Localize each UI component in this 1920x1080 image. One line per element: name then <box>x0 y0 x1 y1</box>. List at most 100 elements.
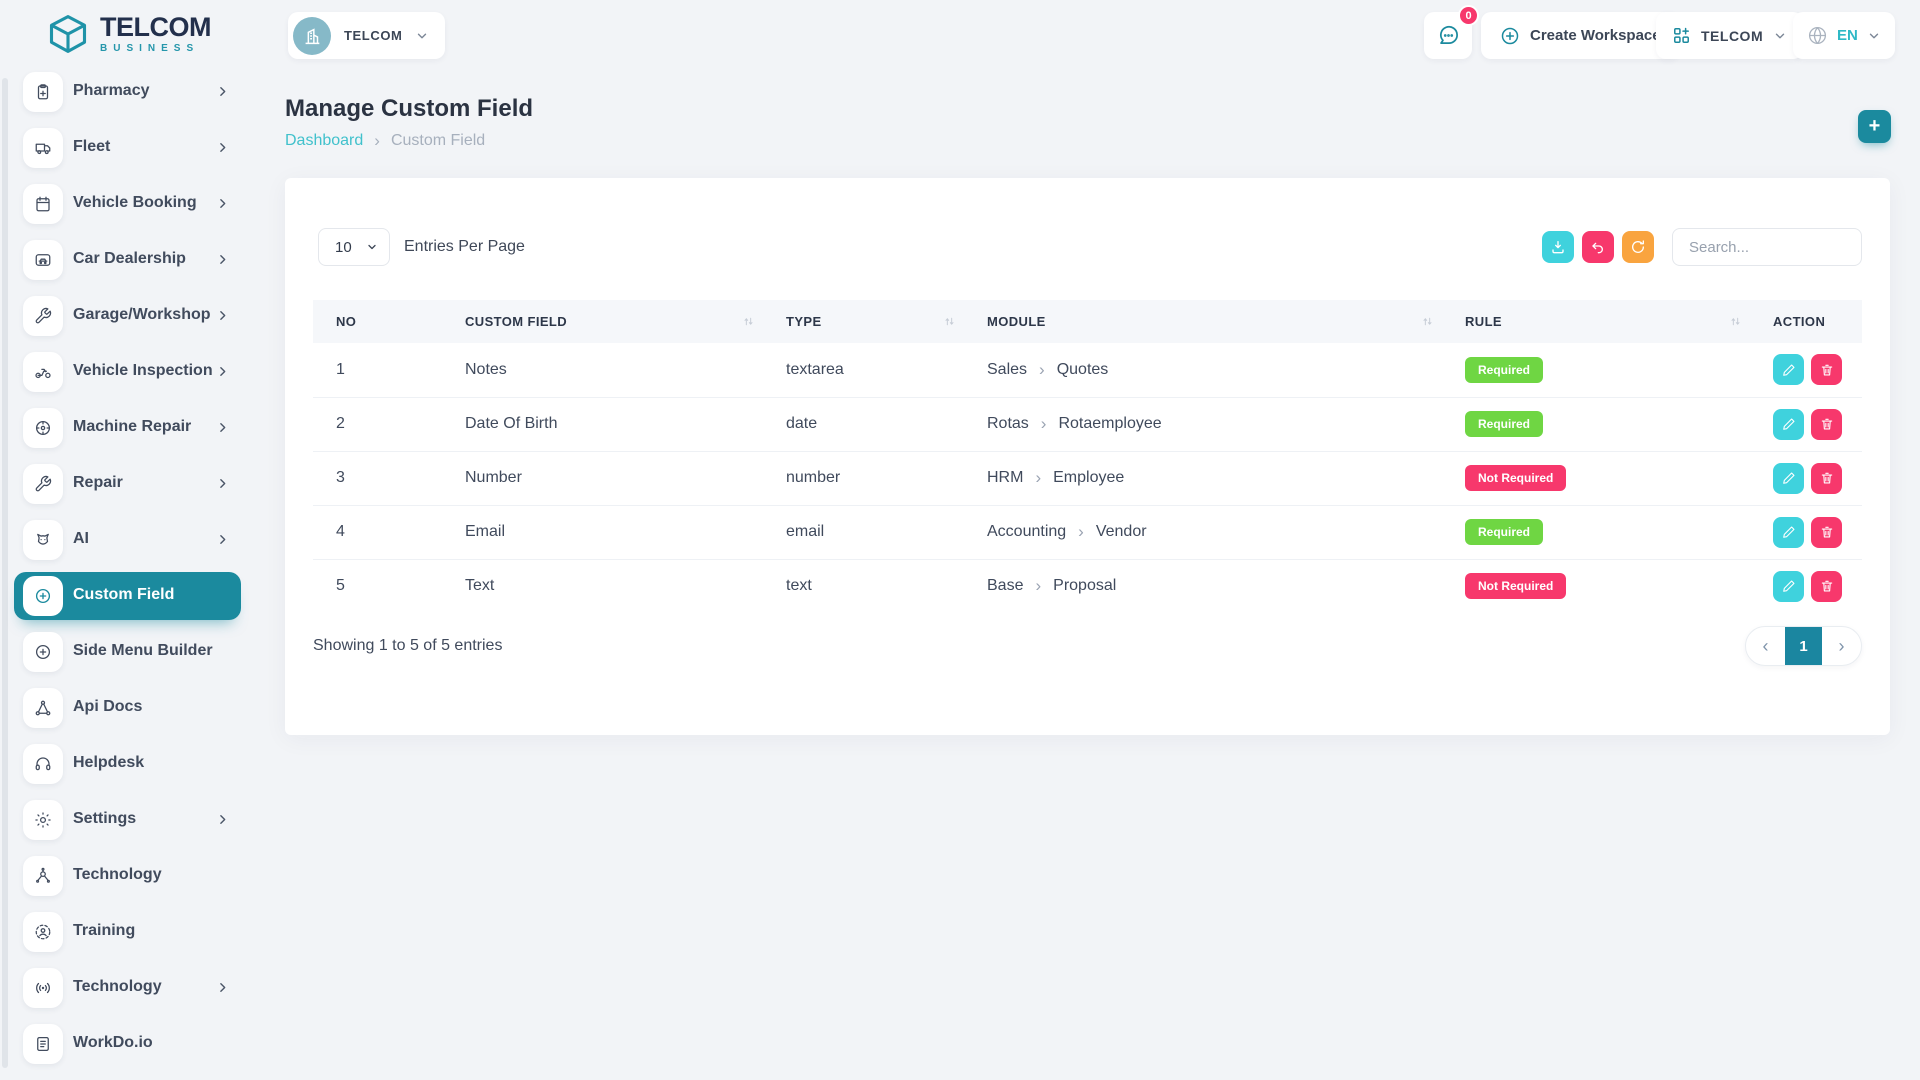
module-parent: Accounting <box>987 523 1066 541</box>
api-nodes-icon <box>23 688 63 728</box>
language-selector[interactable]: EN <box>1793 12 1895 59</box>
edit-button[interactable] <box>1773 517 1804 548</box>
pencil-icon <box>1782 579 1796 593</box>
car-icon <box>23 240 63 280</box>
next-page-button[interactable]: › <box>1822 627 1861 665</box>
cell-module: Base › Proposal <box>964 559 1442 613</box>
sidebar-item-label: WorkDo.io <box>73 1034 153 1052</box>
breadcrumb-dashboard-link[interactable]: Dashboard <box>285 132 363 150</box>
download-icon <box>1550 239 1566 255</box>
chevron-down-icon <box>1773 29 1787 43</box>
workspace-switcher[interactable]: TELCOM <box>288 12 445 59</box>
sidebar-item-workdo-io[interactable]: WorkDo.io <box>0 1022 255 1072</box>
add-custom-field-button[interactable]: + <box>1858 110 1891 143</box>
previous-page-button[interactable]: ‹ <box>1746 627 1785 665</box>
delete-button[interactable] <box>1811 517 1842 548</box>
grid-plus-icon <box>1672 26 1691 45</box>
sidebar-item-label: Technology <box>73 978 162 996</box>
entries-summary: Showing 1 to 5 of 5 entries <box>313 637 502 655</box>
table-row: 1 Notes textarea Sales › Quotes Required <box>313 343 1862 397</box>
cell-rule: Required <box>1442 343 1750 397</box>
sidebar-item-vehicle-inspection[interactable]: Vehicle Inspection <box>0 350 255 400</box>
refresh-button[interactable] <box>1622 231 1654 263</box>
module-parent: Rotas <box>987 415 1029 433</box>
plus-circle-icon <box>23 576 63 616</box>
edit-button[interactable] <box>1773 463 1804 494</box>
language-code: EN <box>1837 27 1858 44</box>
table-row: 4 Email email Accounting › Vendor Requir… <box>313 505 1862 559</box>
brand-logo[interactable]: TELCOM BUSINESS <box>46 12 211 56</box>
chevron-right-icon: › <box>1839 636 1845 657</box>
chevron-right-icon: › <box>1035 468 1041 488</box>
create-workspace-button[interactable]: Create Workspace <box>1481 12 1680 59</box>
trash-icon <box>1820 525 1834 539</box>
sidebar-item-vehicle-booking[interactable]: Vehicle Booking <box>0 182 255 232</box>
edit-button[interactable] <box>1773 571 1804 602</box>
fox-ai-icon <box>23 520 63 560</box>
column-header-type[interactable]: TYPE <box>763 300 964 343</box>
export-download-button[interactable] <box>1542 231 1574 263</box>
table-controls: 10 Entries Per Page <box>313 228 1862 266</box>
cell-rule: Required <box>1442 397 1750 451</box>
edit-button[interactable] <box>1773 409 1804 440</box>
chevron-right-icon <box>216 981 229 994</box>
rule-badge: Not Required <box>1465 465 1566 491</box>
sidebar-item-technology-2[interactable]: Technology <box>0 966 255 1016</box>
column-header-custom-field[interactable]: CUSTOM FIELD <box>442 300 763 343</box>
cell-no: 3 <box>313 451 442 505</box>
chevron-right-icon <box>216 141 229 154</box>
gear-icon <box>23 800 63 840</box>
sidebar-item-machine-repair[interactable]: Machine Repair <box>0 406 255 456</box>
column-header-no: NO <box>313 300 442 343</box>
entries-per-page-select[interactable]: 10 <box>318 228 390 266</box>
sidebar-item-custom-field[interactable]: Custom Field <box>0 574 255 624</box>
cell-custom-field: Number <box>442 451 763 505</box>
sidebar-item-training[interactable]: Training <box>0 910 255 960</box>
delete-button[interactable] <box>1811 571 1842 602</box>
create-workspace-label: Create Workspace <box>1530 27 1661 44</box>
module-parent: Base <box>987 577 1023 595</box>
search-input[interactable] <box>1672 228 1862 266</box>
chevron-right-icon <box>216 253 229 266</box>
cell-action <box>1750 451 1862 505</box>
chat-bubble-icon <box>1437 24 1460 47</box>
reset-undo-button[interactable] <box>1582 231 1614 263</box>
sidebar-item-repair[interactable]: Repair <box>0 462 255 512</box>
workspace-dropdown[interactable]: TELCOM <box>1656 12 1803 59</box>
sidebar-item-label: AI <box>73 530 89 548</box>
cell-type: date <box>763 397 964 451</box>
sidebar-item-technology[interactable]: Technology <box>0 854 255 904</box>
delete-button[interactable] <box>1811 463 1842 494</box>
chevron-right-icon: › <box>1035 576 1041 596</box>
sidebar-item-fleet[interactable]: Fleet <box>0 126 255 176</box>
sidebar-item-car-dealership[interactable]: Car Dealership <box>0 238 255 288</box>
pencil-icon <box>1782 363 1796 377</box>
column-header-rule[interactable]: RULE <box>1442 300 1750 343</box>
sidebar-item-garage-workshop[interactable]: Garage/Workshop <box>0 294 255 344</box>
document-icon <box>23 1024 63 1064</box>
column-header-module[interactable]: MODULE <box>964 300 1442 343</box>
brand-tagline: BUSINESS <box>100 44 211 54</box>
sidebar-item-helpdesk[interactable]: Helpdesk <box>0 742 255 792</box>
chevron-right-icon <box>216 813 229 826</box>
custom-fields-table: NO CUSTOM FIELD TYPE MODULE RULE ACTION … <box>313 300 1862 613</box>
messages-button[interactable]: 0 <box>1424 12 1472 59</box>
pencil-icon <box>1782 471 1796 485</box>
cell-rule: Not Required <box>1442 559 1750 613</box>
edit-button[interactable] <box>1773 354 1804 385</box>
sidebar-item-settings[interactable]: Settings <box>0 798 255 848</box>
sidebar-item-pharmacy[interactable]: Pharmacy <box>0 70 255 120</box>
undo-arrow-icon <box>1590 239 1606 255</box>
wrench-icon <box>23 296 63 336</box>
sidebar-item-api-docs[interactable]: Api Docs <box>0 686 255 736</box>
page-number-button[interactable]: 1 <box>1785 627 1822 665</box>
sidebar-item-ai[interactable]: AI <box>0 518 255 568</box>
tools-icon <box>23 464 63 504</box>
chevron-left-icon: ‹ <box>1763 636 1769 657</box>
delete-button[interactable] <box>1811 409 1842 440</box>
sidebar-item-side-menu-builder[interactable]: Side Menu Builder <box>0 630 255 680</box>
cell-module: Rotas › Rotaemployee <box>964 397 1442 451</box>
sidebar-item-label: Helpdesk <box>73 754 144 772</box>
delete-button[interactable] <box>1811 354 1842 385</box>
trash-icon <box>1820 363 1834 377</box>
